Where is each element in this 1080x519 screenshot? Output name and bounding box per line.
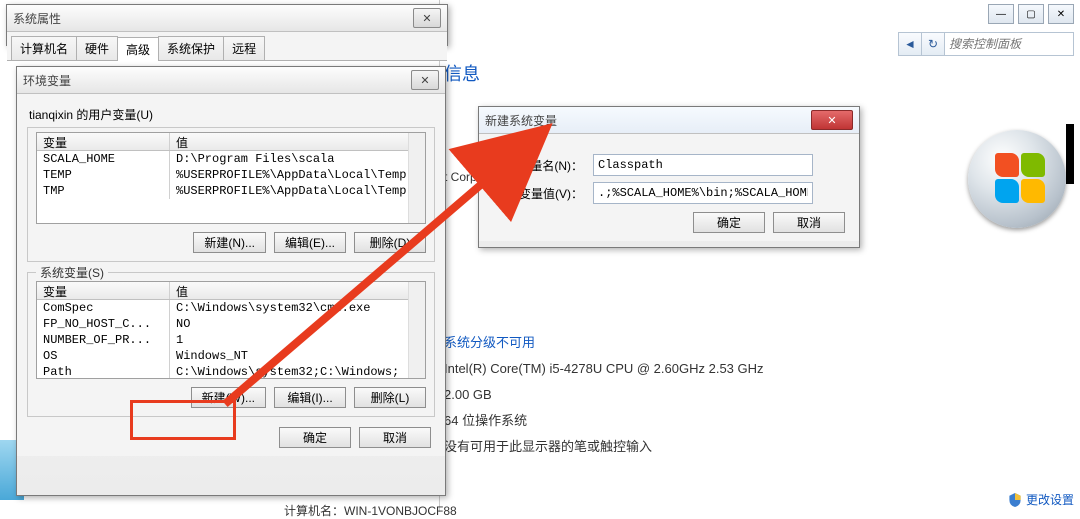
maximize-button[interactable]: ▢ <box>1018 4 1044 24</box>
var-name-input[interactable] <box>593 154 813 176</box>
close-icon[interactable]: ✕ <box>413 8 441 28</box>
delete-sys-button[interactable]: 删除(L) <box>354 387 426 408</box>
sysprops-title: 系统属性 <box>13 10 61 27</box>
minimize-button[interactable]: — <box>988 4 1014 24</box>
sysprops-tabs: 计算机名 硬件 高级 系统保护 远程 <box>7 32 447 61</box>
new-sysvar-dialog: 新建系统变量 ✕ 变量名(N)： 变量值(V)： 确定 取消 <box>478 106 860 248</box>
arch-value: 64 位操作系统 <box>444 408 764 434</box>
back-icon[interactable]: ◄ <box>899 33 922 55</box>
delete-user-button[interactable]: 删除(D) <box>354 232 426 253</box>
system-properties-dialog: 系统属性 ✕ 计算机名 硬件 高级 系统保护 远程 <box>6 4 448 46</box>
env-titlebar: 环境变量 ✕ <box>17 67 445 94</box>
scrollbar[interactable] <box>408 282 425 378</box>
cpu-value: Intel(R) Core(TM) i5-4278U CPU @ 2.60GHz… <box>444 356 764 382</box>
rating-link[interactable]: 系统分级不可用 <box>444 330 764 356</box>
change-settings-link[interactable]: 更改设置 <box>1008 491 1074 508</box>
tab-hardware[interactable]: 硬件 <box>76 36 118 60</box>
new-user-button[interactable]: 新建(N)... <box>193 232 266 253</box>
var-value-label: 变量值(V)： <box>493 185 593 202</box>
tab-protection[interactable]: 系统保护 <box>158 36 224 60</box>
list-item: SCALA_HOMED:\Program Files\scala <box>37 151 425 167</box>
list-item: FP_NO_HOST_C...NO <box>37 316 425 332</box>
list-item: NUMBER_OF_PR...1 <box>37 332 425 348</box>
user-vars-list[interactable]: 变量值 SCALA_HOMED:\Program Files\scala TEM… <box>36 132 426 224</box>
copyright-fragment: t Corp <box>444 170 477 184</box>
newvar-title: 新建系统变量 <box>485 112 557 129</box>
tab-computer-name[interactable]: 计算机名 <box>11 36 77 60</box>
list-item: ComSpecC:\Windows\system32\cmd.exe <box>37 300 425 316</box>
refresh-icon[interactable]: ↻ <box>922 33 945 55</box>
list-item: TMP%USERPROFILE%\AppData\Local\Temp <box>37 183 425 199</box>
scrollbar[interactable] <box>408 133 425 223</box>
ok-button[interactable]: 确定 <box>693 212 765 233</box>
sys-vars-label: 系统变量(S) <box>36 264 108 281</box>
close-button[interactable]: ✕ <box>1048 4 1074 24</box>
ram-value: 2.00 GB <box>444 382 764 408</box>
edit-sys-button[interactable]: 编辑(I)... <box>274 387 346 408</box>
var-value-input[interactable] <box>593 182 813 204</box>
search-input[interactable] <box>945 34 1073 54</box>
close-icon[interactable]: ✕ <box>811 110 853 130</box>
user-vars-label: tianqixin 的用户变量(U) <box>29 106 435 123</box>
cancel-button[interactable]: 取消 <box>773 212 845 233</box>
search-container: ◄ ↻ <box>898 32 1074 56</box>
new-sys-button[interactable]: 新建(W)... <box>191 387 266 408</box>
shield-icon <box>1008 493 1022 507</box>
tab-advanced[interactable]: 高级 <box>117 37 159 61</box>
var-name-label: 变量名(N)： <box>493 157 593 174</box>
list-item: PathC:\Windows\system32;C:\Windows; <box>37 364 425 379</box>
close-icon[interactable]: ✕ <box>411 70 439 90</box>
env-title: 环境变量 <box>23 72 71 89</box>
list-item: OSWindows_NT <box>37 348 425 364</box>
sys-vars-list[interactable]: 变量值 ComSpecC:\Windows\system32\cmd.exe F… <box>36 281 426 379</box>
cancel-button[interactable]: 取消 <box>359 427 431 448</box>
edit-user-button[interactable]: 编辑(E)... <box>274 232 346 253</box>
sysprops-titlebar: 系统属性 ✕ <box>7 5 447 32</box>
page-heading: 信息 <box>444 60 480 86</box>
decorative-bar <box>1066 124 1074 184</box>
tab-remote[interactable]: 远程 <box>223 36 265 60</box>
system-info-block: 系统分级不可用 Intel(R) Core(TM) i5-4278U CPU @… <box>444 330 764 460</box>
computer-name-row: 计算机名：WIN-1VONBJOCF88 <box>284 502 457 519</box>
list-item: TEMP%USERPROFILE%\AppData\Local\Temp <box>37 167 425 183</box>
env-vars-dialog: 环境变量 ✕ tianqixin 的用户变量(U) 变量值 SCALA_HOME… <box>16 66 446 496</box>
ok-button[interactable]: 确定 <box>279 427 351 448</box>
windows-logo <box>968 130 1066 228</box>
pen-value: 没有可用于此显示器的笔或触控输入 <box>444 434 764 460</box>
